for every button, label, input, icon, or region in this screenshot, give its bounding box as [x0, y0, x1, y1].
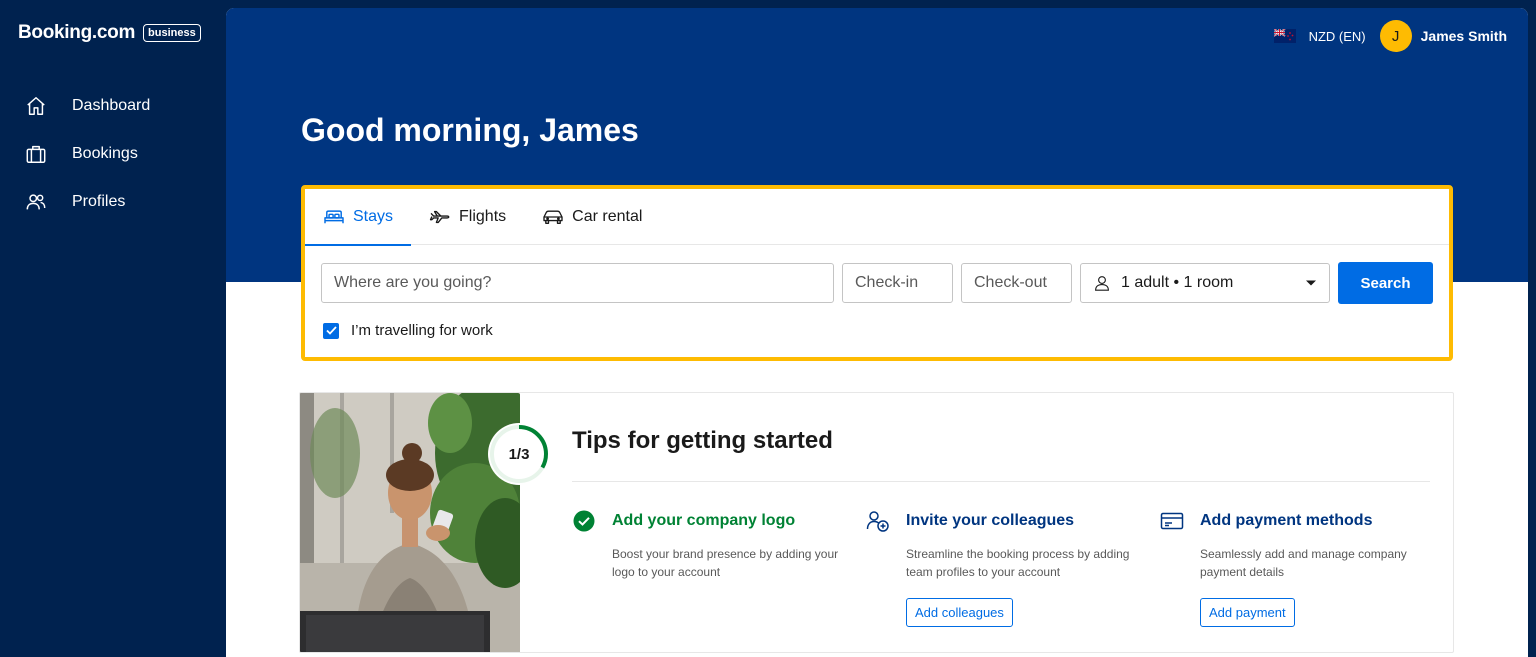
new-zealand-flag-icon — [1273, 29, 1296, 43]
car-icon — [543, 210, 563, 224]
work-travel-option: I’m travelling for work — [323, 322, 493, 339]
destination-placeholder: Where are you going? — [334, 274, 492, 291]
sidebar-item-profiles[interactable]: Profiles — [0, 178, 226, 226]
check-circle-icon — [572, 509, 596, 533]
work-travel-checkbox[interactable] — [323, 322, 339, 339]
plane-icon — [429, 210, 450, 224]
destination-input[interactable]: Where are you going? — [321, 263, 834, 303]
tab-label: Stays — [353, 208, 394, 225]
suitcase-icon — [24, 142, 48, 166]
people-icon — [24, 190, 48, 214]
sidebar-nav: Dashboard Bookings Profiles — [0, 82, 226, 226]
person-icon — [1095, 276, 1109, 291]
top-bar: NZD (EN) J James Smith — [1273, 20, 1507, 52]
tab-flights[interactable]: Flights — [411, 189, 524, 245]
checkmark-icon — [325, 326, 337, 335]
checkin-input[interactable]: Check-in — [842, 263, 953, 303]
add-person-icon — [866, 509, 890, 533]
search-tabs: Stays Flights Car rental — [305, 189, 1449, 246]
checkout-placeholder: Check-out — [974, 274, 1047, 291]
guests-value: 1 adult • 1 room — [1121, 274, 1234, 291]
sidebar-item-label: Profiles — [72, 193, 126, 210]
page-title: Good morning, James — [301, 112, 639, 148]
brand-badge: business — [143, 24, 201, 42]
bed-icon — [324, 210, 344, 224]
add-colleagues-button[interactable]: Add colleagues — [906, 598, 1013, 627]
add-payment-button[interactable]: Add payment — [1200, 598, 1295, 627]
checkout-input[interactable]: Check-out — [961, 263, 1072, 303]
home-icon — [24, 94, 48, 118]
sidebar-item-dashboard[interactable]: Dashboard — [0, 82, 226, 130]
tip-company-logo: Add your company logo Boost your brand p… — [572, 509, 838, 581]
checkin-placeholder: Check-in — [855, 274, 919, 291]
tip-invite-colleagues: Invite your colleagues Streamline the bo… — [866, 509, 1129, 627]
work-travel-label: I’m travelling for work — [351, 322, 493, 339]
credit-card-icon — [1160, 509, 1184, 533]
tip-title[interactable]: Add your company logo — [612, 512, 795, 530]
avatar[interactable]: J — [1379, 20, 1412, 52]
woman-with-phone-image — [300, 393, 520, 652]
sidebar: Booking.com business Dashboard Bookings … — [0, 0, 226, 657]
currency-selector[interactable]: NZD (EN) — [1309, 29, 1366, 44]
chevron-down-icon — [1306, 280, 1316, 286]
search-button[interactable]: Search — [1338, 262, 1433, 304]
tips-photo — [300, 393, 520, 652]
tip-description: Streamline the booking process by adding… — [906, 547, 1130, 579]
tab-label: Flights — [459, 208, 507, 225]
sidebar-item-bookings[interactable]: Bookings — [0, 130, 226, 178]
main-content: NZD (EN) J James Smith Good morning, Jam… — [226, 8, 1528, 657]
tip-payment-methods: Add payment methods Seamlessly add and m… — [1160, 509, 1407, 627]
user-name[interactable]: James Smith — [1421, 28, 1507, 44]
sidebar-item-label: Bookings — [72, 145, 138, 162]
tab-label: Car rental — [572, 208, 643, 225]
progress-label: 1/3 — [508, 445, 530, 463]
tip-description: Boost your brand presence by adding your… — [612, 547, 839, 579]
tips-progress: 1/3 — [488, 423, 550, 485]
tip-title[interactable]: Invite your colleagues — [906, 512, 1074, 530]
brand-name: Booking.com — [18, 22, 136, 43]
sidebar-item-label: Dashboard — [72, 97, 151, 114]
tips-title: Tips for getting started — [572, 427, 833, 454]
search-card: Stays Flights Car rental Where are you g… — [301, 185, 1453, 361]
tip-title[interactable]: Add payment methods — [1200, 512, 1372, 530]
tips-card: 1/3 Tips for getting started Add your co… — [299, 392, 1454, 653]
brand-logo[interactable]: Booking.com business — [18, 22, 201, 44]
tip-description: Seamlessly add and manage company paymen… — [1200, 547, 1407, 579]
tab-car-rental[interactable]: Car rental — [524, 189, 660, 245]
divider — [572, 481, 1430, 482]
guests-selector[interactable]: 1 adult • 1 room — [1080, 263, 1330, 303]
tab-stays[interactable]: Stays — [305, 189, 412, 246]
